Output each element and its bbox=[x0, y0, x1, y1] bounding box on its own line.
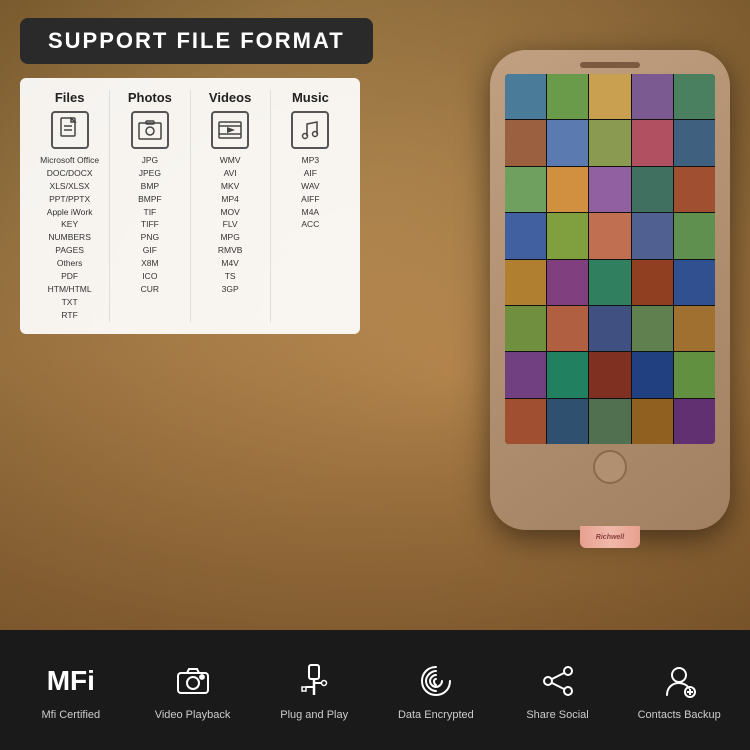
photo-cell bbox=[674, 306, 715, 351]
photo-cell bbox=[589, 260, 630, 305]
fingerprint-icon-wrap bbox=[414, 659, 458, 703]
photo-cell bbox=[505, 260, 546, 305]
photo-cell bbox=[547, 213, 588, 258]
feature-encrypt: Data Encrypted bbox=[375, 659, 497, 721]
feature-social: Share Social bbox=[497, 659, 619, 721]
photo-cell bbox=[674, 213, 715, 258]
photo-cell bbox=[505, 352, 546, 397]
mfi-icon-wrap: MFi bbox=[49, 659, 93, 703]
photos-icon bbox=[131, 111, 169, 149]
photo-cell bbox=[589, 306, 630, 351]
photos-header: Photos bbox=[128, 90, 172, 105]
share-icon bbox=[540, 663, 576, 699]
files-icon bbox=[51, 111, 89, 149]
music-column: Music MP3 AIF WAV AIFF M4A bbox=[271, 90, 350, 322]
plug-label: Plug and Play bbox=[280, 709, 348, 721]
photo-cell bbox=[547, 399, 588, 444]
contacts-icon bbox=[661, 663, 697, 699]
photos-list: JPG JPEG BMP BMPF TIF TIFF PNG GIF X8M I… bbox=[138, 155, 162, 296]
videos-icon bbox=[211, 111, 249, 149]
photo-cell bbox=[505, 306, 546, 351]
format-table: Files Microsoft Office DOC/DOCX XLS/XLSX bbox=[20, 78, 360, 334]
contacts-icon-wrap bbox=[657, 659, 701, 703]
photo-cell bbox=[505, 167, 546, 212]
photo-cell bbox=[547, 167, 588, 212]
mfi-label: Mfi Certified bbox=[41, 709, 100, 721]
mfi-icon: MFi bbox=[47, 667, 95, 695]
support-title: SUPPORT FILE FORMAT bbox=[48, 28, 345, 53]
videos-column: Videos WMV AVI MKV MP4 bbox=[191, 90, 271, 322]
photo-cell bbox=[547, 352, 588, 397]
videos-list: WMV AVI MKV MP4 MOV FLV MPG RMVB M4V TS … bbox=[218, 155, 243, 296]
feature-contacts: Contacts Backup bbox=[618, 659, 740, 721]
fingerprint-icon bbox=[418, 663, 454, 699]
usb-brand: Richwell bbox=[596, 534, 624, 541]
camera-icon-wrap bbox=[171, 659, 215, 703]
music-header: Music bbox=[292, 90, 329, 105]
photo-cell bbox=[547, 74, 588, 119]
photos-column: Photos JPG JPEG BMP BMPF TIF bbox=[110, 90, 190, 322]
photo-cell bbox=[547, 120, 588, 165]
photo-cell bbox=[589, 213, 630, 258]
phone-area: Richwell bbox=[390, 30, 750, 610]
photo-cell bbox=[505, 120, 546, 165]
phone-speaker bbox=[580, 62, 640, 68]
photo-cell bbox=[674, 399, 715, 444]
encrypt-label: Data Encrypted bbox=[398, 709, 474, 721]
videos-header: Videos bbox=[209, 90, 251, 105]
photo-cell bbox=[547, 260, 588, 305]
photo-cell bbox=[674, 74, 715, 119]
music-list: MP3 AIF WAV AIFF M4A ACC bbox=[301, 155, 319, 231]
support-title-banner: SUPPORT FILE FORMAT bbox=[20, 18, 373, 64]
photo-cell bbox=[674, 352, 715, 397]
camera-icon bbox=[175, 663, 211, 699]
photo-cell bbox=[505, 399, 546, 444]
files-list: Microsoft Office DOC/DOCX XLS/XLSX PPT/P… bbox=[40, 155, 99, 322]
music-icon bbox=[291, 111, 329, 149]
photo-cell bbox=[674, 260, 715, 305]
photo-cell bbox=[632, 120, 673, 165]
photo-cell bbox=[589, 120, 630, 165]
photo-cell bbox=[589, 399, 630, 444]
files-column: Files Microsoft Office DOC/DOCX XLS/XLSX bbox=[30, 90, 110, 322]
feature-plug: Plug and Play bbox=[253, 659, 375, 721]
video-label: Video Playback bbox=[155, 709, 231, 721]
usb-icon-wrap bbox=[292, 659, 336, 703]
photo-cell bbox=[632, 260, 673, 305]
share-icon-wrap bbox=[536, 659, 580, 703]
photo-cell bbox=[505, 74, 546, 119]
photo-cell bbox=[674, 167, 715, 212]
photo-cell bbox=[589, 167, 630, 212]
phone-mockup: Richwell bbox=[490, 50, 730, 530]
photo-cell bbox=[674, 120, 715, 165]
phone-home-button[interactable] bbox=[593, 450, 627, 484]
photo-cell bbox=[632, 167, 673, 212]
main-container: SUPPORT FILE FORMAT Files bbox=[0, 0, 750, 750]
feature-mfi: MFi Mfi Certified bbox=[10, 659, 132, 721]
photo-cell bbox=[632, 352, 673, 397]
photo-cell bbox=[589, 74, 630, 119]
photo-cell bbox=[632, 213, 673, 258]
bottom-bar: MFi Mfi Certified Video Playback bbox=[0, 630, 750, 750]
photo-cell bbox=[547, 306, 588, 351]
social-label: Share Social bbox=[526, 709, 588, 721]
contacts-label: Contacts Backup bbox=[638, 709, 721, 721]
photo-cell bbox=[632, 306, 673, 351]
feature-video: Video Playback bbox=[132, 659, 254, 721]
usb-icon bbox=[296, 663, 332, 699]
photo-cell bbox=[632, 399, 673, 444]
usb-drive: Richwell bbox=[580, 526, 640, 548]
photo-cell bbox=[589, 352, 630, 397]
photo-cell bbox=[632, 74, 673, 119]
files-header: Files bbox=[55, 90, 85, 105]
photo-cell bbox=[505, 213, 546, 258]
phone-screen bbox=[505, 74, 715, 444]
